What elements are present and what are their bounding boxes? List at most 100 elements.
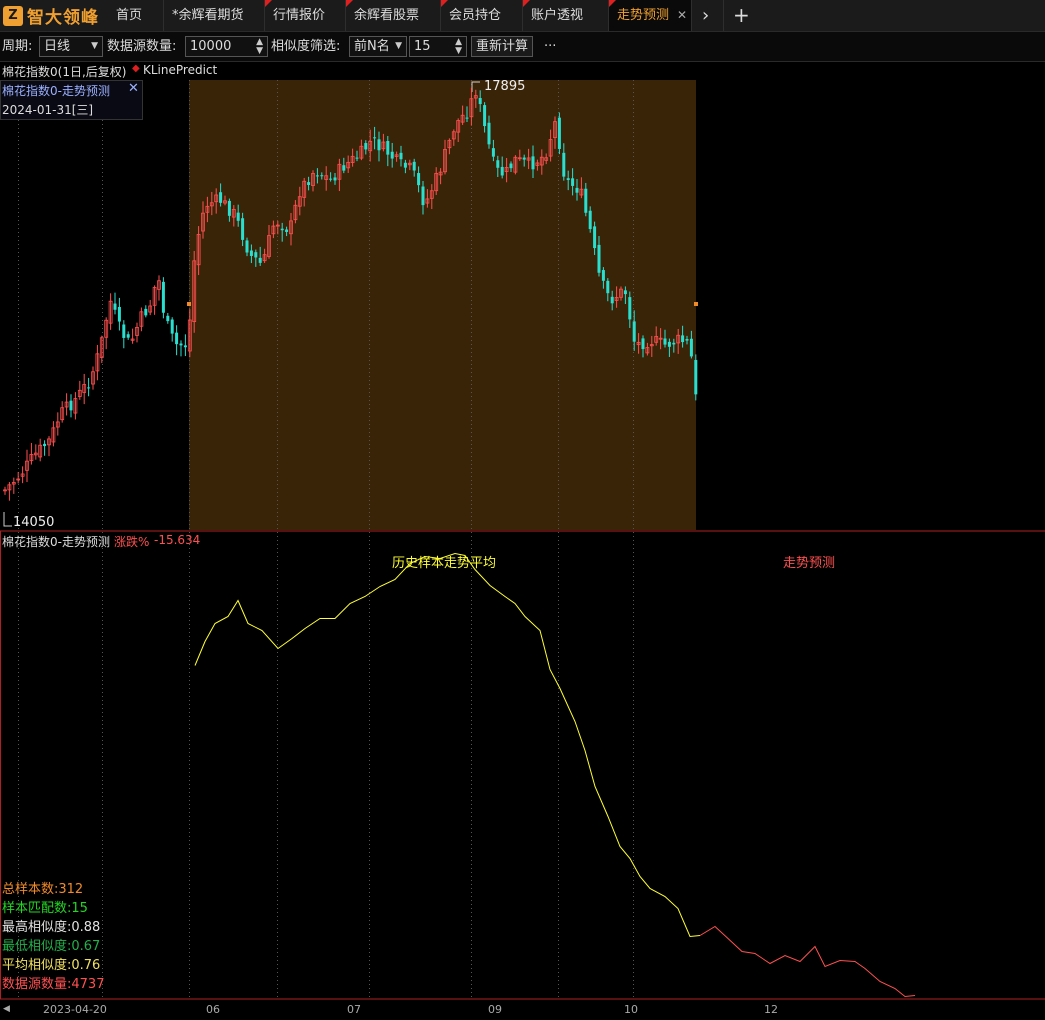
candle-body <box>496 160 500 168</box>
info-box: 棉花指数0-走势预测 ✕ 2024-01-31[三] <box>0 80 143 120</box>
datasource-stepper[interactable]: 10000 ▲ ▼ <box>185 36 268 57</box>
candle-body <box>315 175 319 177</box>
candle-body <box>667 341 671 347</box>
candle-body <box>144 308 148 316</box>
candle-body <box>373 137 377 139</box>
candle-body <box>571 178 575 186</box>
chevron-down-icon: ▼ <box>91 41 98 51</box>
candle-body <box>227 200 231 216</box>
add-tab-icon[interactable]: + <box>724 0 756 31</box>
more-options-icon[interactable]: ··· <box>544 32 556 61</box>
topn-stepper[interactable]: 15 ▲ ▼ <box>409 36 467 57</box>
candle-body <box>509 163 513 169</box>
candle-body <box>632 321 636 342</box>
candle-body <box>254 252 258 258</box>
candle-body <box>500 166 504 176</box>
scroll-left-icon[interactable]: ◀ <box>3 1004 10 1014</box>
stat-total-samples: 总样本数:312 <box>2 882 84 897</box>
tab-stocks[interactable]: 余辉看股票 <box>346 0 441 31</box>
app-logo: Z 智大领峰 <box>0 0 108 31</box>
candle-body <box>562 152 566 177</box>
tab-label: 首页 <box>116 8 143 23</box>
avg-line-label: 历史样本走势平均 <box>392 556 497 571</box>
tab-member-positions[interactable]: 会员持仓 <box>441 0 523 31</box>
candle-body <box>236 212 240 221</box>
period-select[interactable]: 日线 ▼ <box>39 36 103 57</box>
candle-body <box>364 143 368 150</box>
candle-body <box>386 141 390 155</box>
candle-body <box>245 240 249 253</box>
candle-body <box>681 335 685 343</box>
window-marker <box>187 302 191 306</box>
tab-trend-predict[interactable]: 走势预测 ✕ <box>609 0 692 31</box>
sub-chart-title: 棉花指数0-走势预测 <box>2 535 110 549</box>
candle-body <box>113 303 117 310</box>
candle-body <box>575 187 579 193</box>
close-icon[interactable]: ✕ <box>677 0 687 31</box>
candle-body <box>421 186 425 206</box>
candle-body <box>166 315 170 322</box>
xaxis-tick: 10 <box>624 1003 638 1016</box>
period-value: 日线 <box>44 39 71 54</box>
candle-body <box>487 122 491 145</box>
candle-body <box>597 244 601 273</box>
chevron-right-icon[interactable]: › <box>692 0 724 31</box>
candle-body <box>307 182 311 185</box>
candle-body <box>241 218 245 240</box>
candle-body <box>342 165 346 171</box>
tab-quotes[interactable]: 行情报价 <box>265 0 346 31</box>
candle-body <box>285 229 289 232</box>
tab-flag-icon <box>265 0 272 7</box>
toolbar: 周期: 日线 ▼ 数据源数量: 10000 ▲ ▼ 相似度筛选: 前N名 ▼ 15 ▲ ▼ … <box>0 32 1045 62</box>
tab-label: *余辉看期货 <box>172 8 244 23</box>
tab-label: 行情报价 <box>273 8 326 23</box>
stepper-icon: ▲ ▼ <box>455 37 462 56</box>
candle-body <box>258 257 262 263</box>
candle-body <box>522 157 526 160</box>
low-price-label: 14050 <box>13 515 55 530</box>
candle-body <box>584 188 588 213</box>
tab-futures[interactable]: *余辉看期货 <box>164 0 265 31</box>
candle-body <box>601 270 605 281</box>
period-label: 周期: <box>2 39 33 54</box>
candle-body <box>606 280 610 294</box>
filter-value: 前N名 <box>354 39 390 54</box>
tab-label: 账户透视 <box>531 8 584 23</box>
tab-flag-icon <box>441 0 448 7</box>
change-value: -15.634 <box>154 533 201 547</box>
filter-select[interactable]: 前N名 ▼ <box>349 36 407 57</box>
candle-body <box>249 250 253 256</box>
candle-body <box>183 345 187 348</box>
tab-account[interactable]: 账户透视 <box>523 0 609 31</box>
candle-body <box>641 338 645 350</box>
tab-label: 会员持仓 <box>449 8 502 23</box>
candle-body <box>557 117 561 149</box>
window-marker <box>694 302 698 306</box>
candle-body <box>390 151 394 159</box>
topn-value: 15 <box>414 39 431 54</box>
recalculate-button[interactable]: 重新计算 <box>471 36 533 57</box>
tab-home[interactable]: 首页 <box>108 0 164 31</box>
stat-matched-samples: 样本匹配数:15 <box>2 901 88 916</box>
tab-flag-icon <box>523 0 530 7</box>
xaxis-tick: 09 <box>488 1003 502 1016</box>
close-icon[interactable]: ✕ <box>128 81 139 96</box>
predict-trend-line <box>699 925 916 998</box>
candle-body <box>219 192 223 203</box>
xaxis-start-label: 2023-04-20 <box>43 1003 107 1016</box>
candle-body <box>403 162 407 168</box>
tab-label: 余辉看股票 <box>354 8 420 23</box>
candle-body <box>663 338 667 345</box>
candle-body <box>531 156 535 170</box>
candle-body <box>43 443 47 447</box>
xaxis-tick: 06 <box>206 1003 220 1016</box>
tab-flag-icon <box>609 0 616 7</box>
main-chart-title: 棉花指数0(1日,后复权) <box>2 65 127 79</box>
candle-body <box>161 281 165 313</box>
candle-body <box>179 343 183 346</box>
xaxis-tick: 07 <box>347 1003 361 1016</box>
candle-body <box>593 226 597 249</box>
candle-body <box>377 139 381 151</box>
candle-body <box>333 177 337 181</box>
info-date: 2024-01-31[三] <box>2 103 94 117</box>
